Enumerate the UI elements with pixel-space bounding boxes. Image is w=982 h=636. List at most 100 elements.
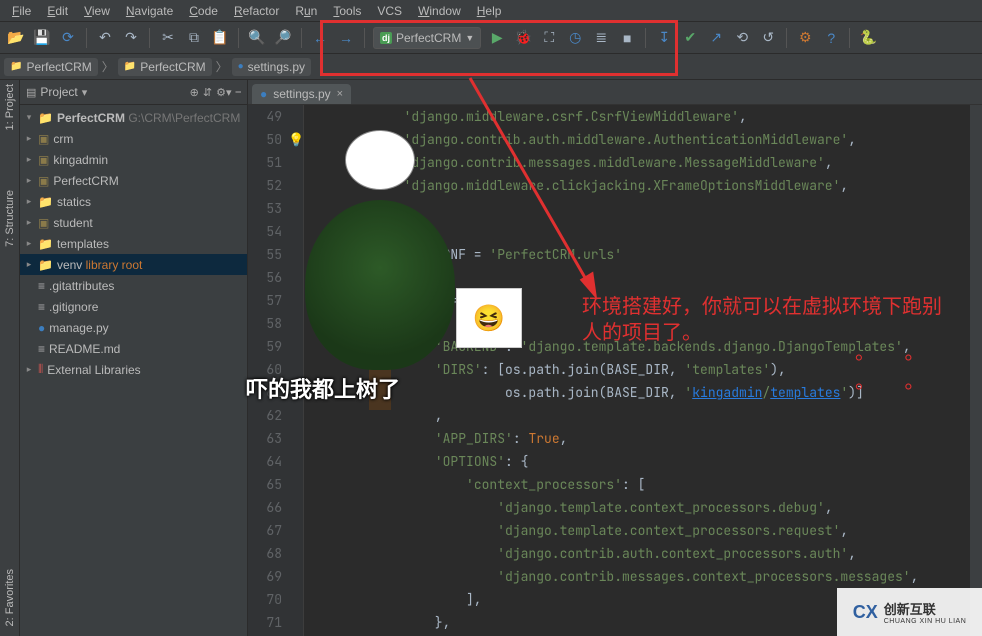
tree-node--gitattributes[interactable]: ≡.gitattributes xyxy=(20,275,247,296)
separator xyxy=(364,28,365,48)
help-icon[interactable]: ? xyxy=(821,28,841,48)
tree-node-kingadmin[interactable]: ▸▣kingadmin xyxy=(20,149,247,170)
line-number: 50 xyxy=(248,128,282,151)
breadcrumb-file[interactable]: ● settings.py xyxy=(232,58,311,76)
tree-node--gitignore[interactable]: ≡.gitignore xyxy=(20,296,247,317)
code-line[interactable]: 'APP_DIRS': True, xyxy=(310,427,982,450)
separator xyxy=(301,28,302,48)
cut-icon[interactable]: ✂ xyxy=(158,28,178,48)
run-config-label: PerfectCRM xyxy=(396,31,461,45)
tree-node-venv[interactable]: ▸📁venv library root xyxy=(20,254,247,275)
open-icon[interactable]: 📂 xyxy=(6,28,26,48)
chevron-down-icon: ▼ xyxy=(465,33,474,43)
menu-file[interactable]: File xyxy=(4,2,39,20)
project-panel-header: ▤ Project ▾ ⊕ ⇵ ⚙▾ ⎯ xyxy=(20,80,247,105)
breadcrumb-label: PerfectCRM xyxy=(26,60,91,74)
breadcrumb-root[interactable]: 📁 PerfectCRM xyxy=(4,58,98,76)
menu-refactor[interactable]: Refactor xyxy=(226,2,287,20)
chevron-down-icon[interactable]: ▾ xyxy=(82,86,88,99)
sync-icon[interactable]: ⟳ xyxy=(58,28,78,48)
python-console-icon[interactable]: 🐍 xyxy=(858,28,878,48)
menu-vcs[interactable]: VCS xyxy=(369,2,410,20)
settings-icon[interactable]: ⚙ xyxy=(795,28,815,48)
tool-tab-favorites[interactable]: 2: Favorites xyxy=(4,569,16,626)
vcs-history-icon[interactable]: ⟲ xyxy=(732,28,752,48)
forward-icon[interactable]: → xyxy=(336,28,356,48)
line-number: 68 xyxy=(248,542,282,565)
tree-node-student[interactable]: ▸▣student xyxy=(20,212,247,233)
line-number: 67 xyxy=(248,519,282,542)
tree-node-manage-py[interactable]: ●manage.py xyxy=(20,317,247,338)
line-number: 64 xyxy=(248,450,282,473)
line-number: 70 xyxy=(248,588,282,611)
tool-tab-structure[interactable]: 7: Structure xyxy=(4,190,16,247)
watermark-cn: 创新互联 xyxy=(884,599,967,618)
line-number: 58 xyxy=(248,312,282,335)
vcs-update-icon[interactable]: ↧ xyxy=(654,28,674,48)
save-all-icon[interactable]: 💾 xyxy=(32,28,52,48)
tree-node-crm[interactable]: ▸▣crm xyxy=(20,128,247,149)
project-view-icon[interactable]: ▤ xyxy=(26,86,36,99)
locate-icon[interactable]: ⊕ xyxy=(190,86,199,99)
undo-icon[interactable]: ↶ xyxy=(95,28,115,48)
code-line[interactable]: 'context_processors': [ xyxy=(310,473,982,496)
menu-window[interactable]: Window xyxy=(410,2,469,20)
hide-icon[interactable]: ⎯ xyxy=(236,86,242,99)
collapse-icon[interactable]: ⇵ xyxy=(203,86,212,99)
debug-icon[interactable]: 🐞 xyxy=(513,28,533,48)
tool-tab-project[interactable]: 1: Project xyxy=(4,84,16,130)
python-file-icon: ● xyxy=(260,87,267,101)
folder-icon: 📁 xyxy=(10,61,22,72)
line-number-gutter: 4950515253545556575859606162636465666768… xyxy=(248,105,290,636)
code-line[interactable]: 'django.template.context_processors.requ… xyxy=(310,519,982,542)
menu-code[interactable]: Code xyxy=(181,2,226,20)
copy-icon[interactable]: ⧉ xyxy=(184,28,204,48)
tree-external-libraries[interactable]: ▸⦀External Libraries xyxy=(20,359,247,380)
breadcrumb-sep: 〉 xyxy=(100,58,116,75)
menu-view[interactable]: View xyxy=(76,2,118,20)
code-line[interactable]: 'OPTIONS': { xyxy=(310,450,982,473)
menu-bar: File Edit View Navigate Code Refactor Ru… xyxy=(0,0,982,22)
breadcrumb-sep: 〉 xyxy=(214,58,230,75)
redo-icon[interactable]: ↷ xyxy=(121,28,141,48)
find-icon[interactable]: 🔍 xyxy=(247,28,267,48)
code-line[interactable]: 'django.contrib.auth.context_processors.… xyxy=(310,542,982,565)
folder-icon: 📁 xyxy=(124,61,136,72)
menu-navigate[interactable]: Navigate xyxy=(118,2,181,20)
project-tree[interactable]: ▾📁PerfectCRM G:\CRM\PerfectCRM▸▣crm▸▣kin… xyxy=(20,105,247,382)
menu-help[interactable]: Help xyxy=(469,2,510,20)
paste-icon[interactable]: 📋 xyxy=(210,28,230,48)
left-tool-strip: 1: Project 7: Structure 2: Favorites xyxy=(0,80,20,636)
line-number: 69 xyxy=(248,565,282,588)
menu-edit[interactable]: Edit xyxy=(39,2,76,20)
replace-icon[interactable]: 🔎 xyxy=(273,28,293,48)
intention-bulb-icon[interactable]: 💡 xyxy=(288,128,304,151)
django-icon: dj xyxy=(380,32,392,44)
sticker-tree xyxy=(290,150,470,410)
tree-node-statics[interactable]: ▸📁statics xyxy=(20,191,247,212)
attach-icon[interactable]: ≣ xyxy=(591,28,611,48)
code-line[interactable]: 'django.contrib.messages.context_process… xyxy=(310,565,982,588)
tree-node-README-md[interactable]: ≡README.md xyxy=(20,338,247,359)
vcs-revert-icon[interactable]: ↺ xyxy=(758,28,778,48)
back-icon[interactable]: ← xyxy=(310,28,330,48)
settings-gear-icon[interactable]: ⚙▾ xyxy=(216,86,231,99)
tree-node-templates[interactable]: ▸📁templates xyxy=(20,233,247,254)
run-icon[interactable]: ▶ xyxy=(487,28,507,48)
tree-root[interactable]: ▾📁PerfectCRM G:\CRM\PerfectCRM xyxy=(20,107,247,128)
coverage-icon[interactable]: ⛶ xyxy=(539,28,559,48)
menu-run[interactable]: Run xyxy=(287,2,325,20)
profile-icon[interactable]: ◷ xyxy=(565,28,585,48)
run-config-selector[interactable]: dj PerfectCRM ▼ xyxy=(373,27,481,49)
stop-icon[interactable]: ■ xyxy=(617,28,637,48)
breadcrumb-mid[interactable]: 📁 PerfectCRM xyxy=(118,58,212,76)
menu-tools[interactable]: Tools xyxy=(325,2,369,20)
vcs-commit-icon[interactable]: ✔ xyxy=(680,28,700,48)
vcs-push-icon[interactable]: ↗ xyxy=(706,28,726,48)
code-line[interactable]: 'django.template.context_processors.debu… xyxy=(310,496,982,519)
line-number: 66 xyxy=(248,496,282,519)
project-panel: ▤ Project ▾ ⊕ ⇵ ⚙▾ ⎯ ▾📁PerfectCRM G:\CRM… xyxy=(20,80,248,636)
watermark: CX 创新互联 CHUANG XIN HU LIAN xyxy=(837,588,982,636)
tree-node-PerfectCRM[interactable]: ▸▣PerfectCRM xyxy=(20,170,247,191)
line-number: 53 xyxy=(248,197,282,220)
